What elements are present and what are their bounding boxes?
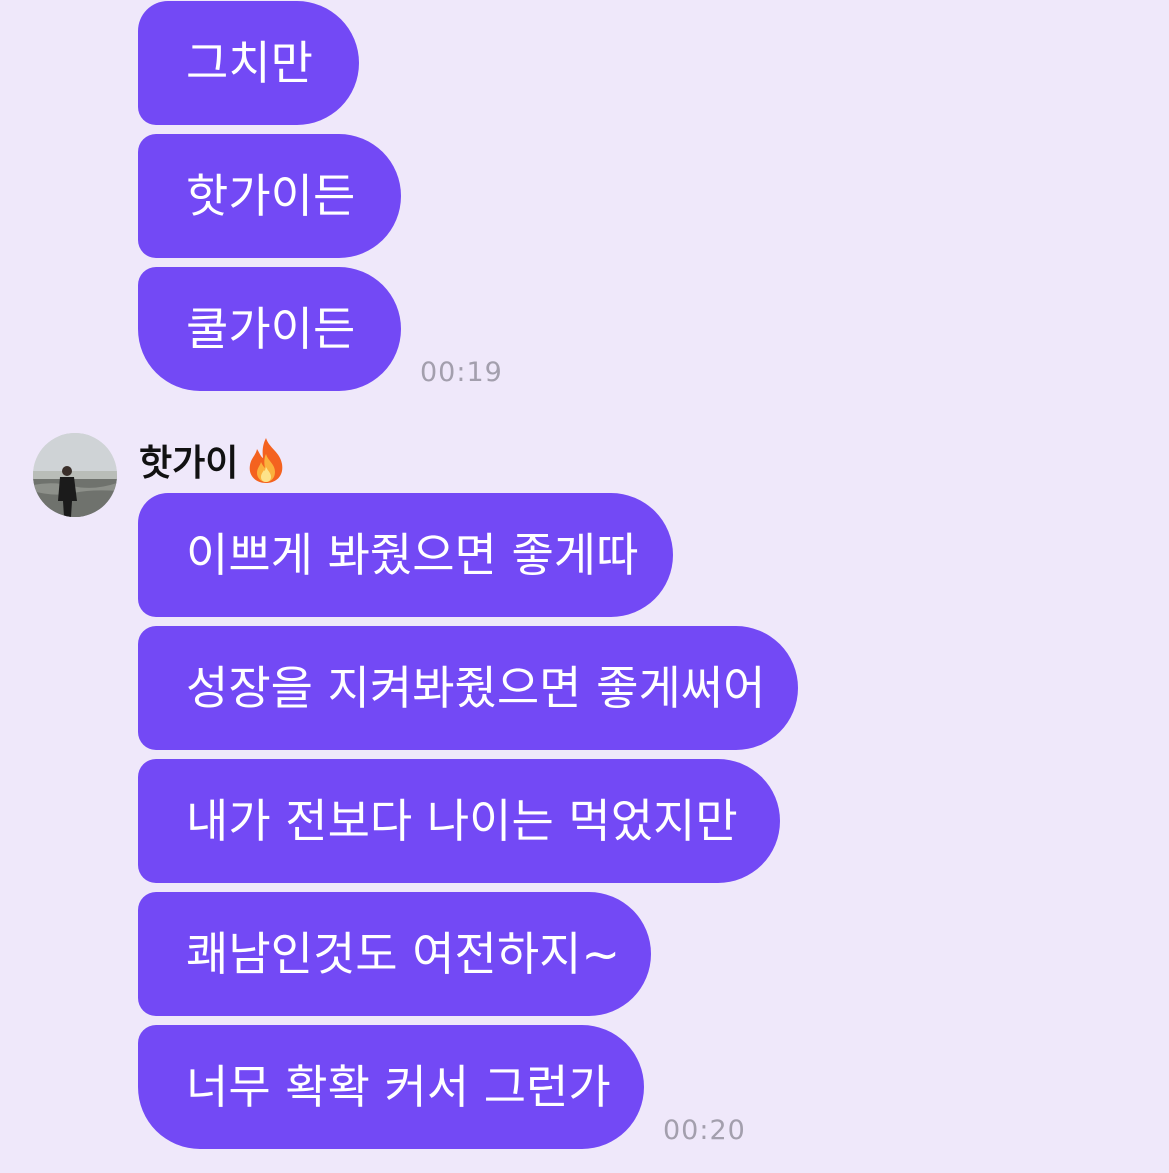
message-timestamp: 00:20 bbox=[663, 1115, 746, 1146]
sender-header: 핫가이 bbox=[139, 436, 288, 484]
fire-icon bbox=[250, 438, 283, 483]
message-bubble[interactable]: 핫가이든 bbox=[138, 134, 401, 258]
message-bubble[interactable]: 성장을 지켜봐줬으면 좋게써어 bbox=[138, 626, 798, 750]
message-timestamp: 00:19 bbox=[420, 357, 503, 388]
message-bubble[interactable]: 너무 확확 커서 그런가 bbox=[138, 1025, 644, 1149]
message-bubble[interactable]: 내가 전보다 나이는 먹었지만 bbox=[138, 759, 780, 883]
profile-photo-beach-icon bbox=[33, 433, 117, 517]
message-bubble[interactable]: 이쁘게 봐줬으면 좋게따 bbox=[138, 493, 673, 617]
message-bubble[interactable]: 쾌남인것도 여전하지~ bbox=[138, 892, 651, 1016]
avatar[interactable] bbox=[33, 433, 117, 517]
sender-name: 핫가이 bbox=[139, 443, 239, 484]
message-bubble[interactable]: 쿨가이든 bbox=[138, 267, 401, 391]
message-bubble[interactable]: 그치만 bbox=[138, 1, 359, 125]
